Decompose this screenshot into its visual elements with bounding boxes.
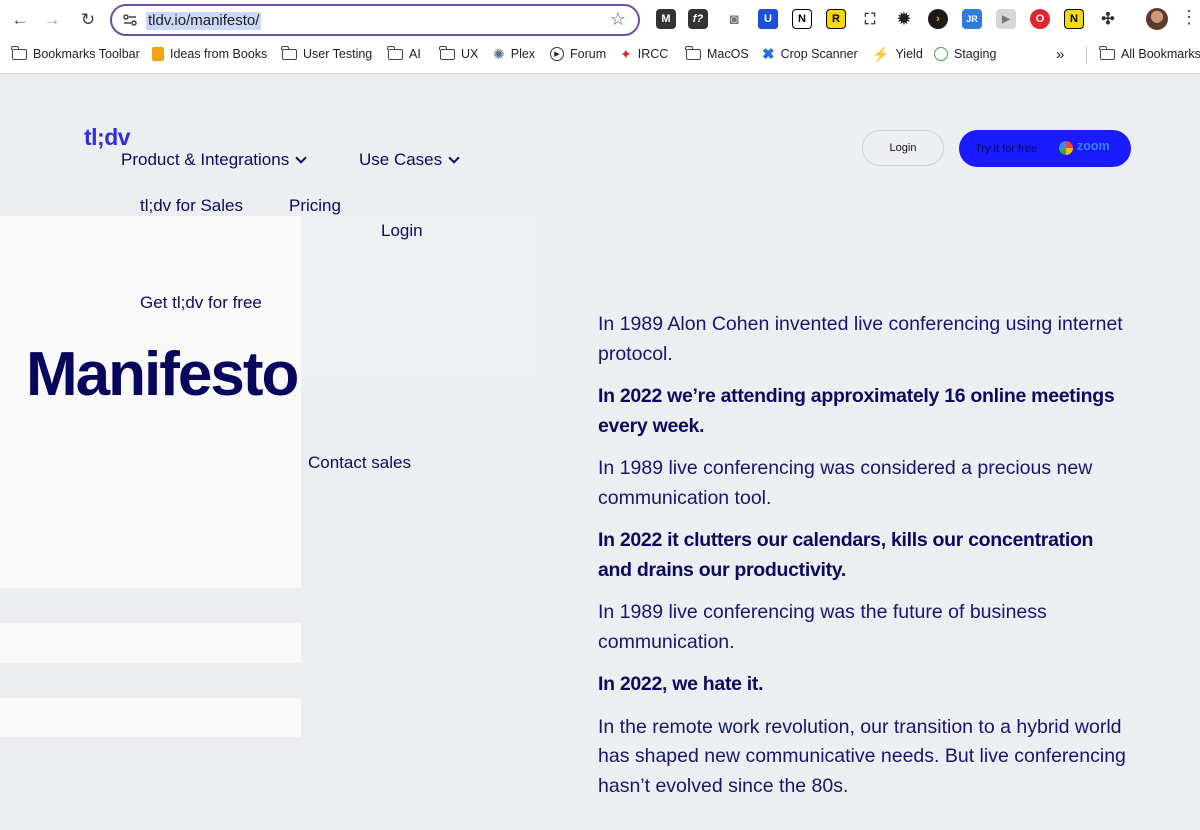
bookmarks-bar: Bookmarks Toolbar Ideas from Books User … — [0, 42, 1200, 66]
browser-toolbar: ← → ↻ tldv.io/manifesto/ ☆ M f? ◙ U N R … — [0, 0, 1200, 74]
chevron-down-icon — [295, 152, 307, 164]
bookmark-label: User Testing — [303, 47, 373, 61]
bookmark-label: All Bookmarks — [1121, 47, 1200, 61]
nav-use-cases[interactable]: Use Cases — [359, 150, 460, 170]
bookmark-label: Yield — [895, 47, 923, 61]
nav-product-integrations[interactable]: Product & Integrations — [121, 150, 307, 170]
bookmark-forum[interactable]: ▶ Forum — [550, 45, 606, 63]
folder-icon — [281, 45, 297, 60]
extension-fonts-icon[interactable]: f? — [688, 9, 708, 29]
gear-icon: ✺ — [493, 45, 505, 62]
site-settings-icon[interactable] — [122, 12, 138, 28]
nav-get-free[interactable]: Get tl;dv for free — [140, 293, 262, 313]
globe-icon — [934, 47, 948, 61]
bookmark-label: Staging — [954, 47, 997, 61]
nav-contact-sales[interactable]: Contact sales — [308, 453, 411, 473]
back-button[interactable]: ← — [8, 8, 32, 32]
manifesto-paragraph: In 1989 live conferencing was the future… — [598, 601, 1047, 653]
page-title: Manifesto — [26, 340, 299, 409]
settings-icon[interactable]: ✹ — [894, 9, 914, 29]
more-bookmarks-button[interactable]: » — [1056, 45, 1064, 63]
extension-opera-icon[interactable]: O — [1030, 9, 1050, 29]
nav-label: Use Cases — [359, 150, 443, 169]
extension-jr-icon[interactable]: JR — [962, 9, 982, 29]
bookmark-ideas-from-books[interactable]: Ideas from Books — [152, 45, 267, 63]
address-bar[interactable]: tldv.io/manifesto/ ☆ — [110, 4, 640, 36]
camera-icon[interactable]: ◙ — [724, 9, 744, 29]
chevron-right-icon: » — [1056, 45, 1065, 63]
manifesto-paragraph: In the remote work revolution, our trans… — [598, 715, 1126, 797]
try-for-free-button[interactable]: Try it for free zoom — [959, 130, 1131, 167]
avatar[interactable] — [1146, 8, 1168, 30]
manifesto-paragraph-bold: In 2022 it clutters our calendars, kills… — [598, 529, 1094, 581]
try-button-label: Try it for free — [975, 142, 1037, 155]
bookmark-label: Forum — [570, 47, 607, 61]
extension-notion-icon[interactable]: N — [792, 9, 812, 29]
bookmark-label: Bookmarks Toolbar — [33, 47, 140, 61]
manifesto-paragraph: In 1989 Alon Cohen invented live confere… — [598, 313, 1123, 365]
bookmark-yield[interactable]: ⚡ Yield — [872, 45, 923, 63]
bookmark-staging[interactable]: Staging — [934, 45, 996, 63]
menu-panel-strip — [0, 623, 301, 663]
bookmark-ircc[interactable]: ✦ IRCC — [620, 45, 668, 63]
back-arrow-icon: ← — [11, 10, 29, 29]
forward-arrow-icon: → — [43, 10, 61, 29]
nav-login[interactable]: Login — [381, 221, 423, 241]
bookmark-label: IRCC — [637, 47, 669, 61]
login-button[interactable]: Login — [862, 130, 944, 166]
bookmark-label: MacOS — [707, 47, 749, 61]
more-menu-icon[interactable]: ⋮ — [1180, 6, 1198, 28]
manifesto-paragraph-bold: In 2022, we hate it. — [598, 673, 764, 695]
folder-icon — [685, 45, 701, 60]
manifesto-text: In 1989 Alon Cohen invented live confere… — [598, 310, 1128, 814]
google-meet-icon — [1059, 141, 1073, 155]
site-logo[interactable]: tl;dv — [84, 124, 131, 151]
extension-readwise-icon[interactable]: R — [826, 9, 846, 29]
chevron-down-icon — [448, 152, 460, 164]
bookmark-label: Ideas from Books — [170, 47, 268, 61]
puzzle-icon[interactable]: ✣ — [1098, 9, 1118, 29]
nav-pricing[interactable]: Pricing — [289, 196, 341, 216]
bookmark-user-testing[interactable]: User Testing — [281, 45, 373, 63]
url-text[interactable]: tldv.io/manifesto/ — [146, 12, 262, 30]
manifesto-paragraph: In 1989 live conferencing was considered… — [598, 457, 1093, 509]
bookmark-label: Plex — [510, 47, 536, 61]
bookmark-macos[interactable]: MacOS — [685, 45, 749, 63]
bookmark-label: AI — [409, 47, 421, 61]
divider — [1086, 46, 1087, 64]
extension-bitwarden-icon[interactable]: U — [758, 9, 778, 29]
maple-leaf-icon: ✦ — [620, 45, 632, 62]
manifesto-paragraph-bold: In 2022 we’re attending approximately 16… — [598, 385, 1115, 437]
page-content: tl;dv Product & Integrations Use Cases t… — [0, 74, 1200, 830]
video-icon[interactable]: ▶ — [996, 9, 1016, 29]
folder-icon — [1099, 45, 1115, 60]
folder-icon — [387, 45, 403, 60]
menu-panel-strip — [0, 698, 301, 737]
forward-button[interactable]: → — [40, 8, 64, 32]
bookmark-bookmarks-toolbar[interactable]: Bookmarks Toolbar — [11, 45, 140, 63]
bookmark-crop-scanner[interactable]: ✖ Crop Scanner — [762, 45, 858, 63]
bookmark-ai[interactable]: AI — [387, 45, 421, 63]
bookmark-star-icon[interactable]: ☆ — [610, 9, 626, 30]
play-icon[interactable]: › — [928, 9, 948, 29]
bookmark-icon — [152, 47, 164, 61]
folder-icon — [439, 45, 455, 60]
bookmark-plex[interactable]: ✺ Plex — [493, 45, 535, 63]
screenshot-icon[interactable]: ⛶ — [860, 9, 880, 29]
zoom-logo: zoom — [1077, 139, 1110, 153]
yield-icon: ⚡ — [872, 45, 890, 62]
bookmark-ux[interactable]: UX — [439, 45, 479, 63]
all-bookmarks[interactable]: All Bookmarks — [1099, 45, 1200, 63]
reload-button[interactable]: ↻ — [76, 8, 100, 32]
folder-icon — [11, 45, 27, 60]
play-icon: ▶ — [550, 47, 564, 61]
nav-label: Product & Integrations — [121, 150, 290, 169]
bookmark-label: Crop Scanner — [780, 47, 858, 61]
nav-tldv-for-sales[interactable]: tl;dv for Sales — [140, 196, 243, 216]
extension-n-icon[interactable]: N — [1064, 9, 1084, 29]
crop-icon: ✖ — [762, 46, 775, 63]
reload-icon: ↻ — [80, 10, 96, 29]
extension-m-icon[interactable]: M — [656, 9, 676, 29]
bookmark-label: UX — [461, 47, 479, 61]
